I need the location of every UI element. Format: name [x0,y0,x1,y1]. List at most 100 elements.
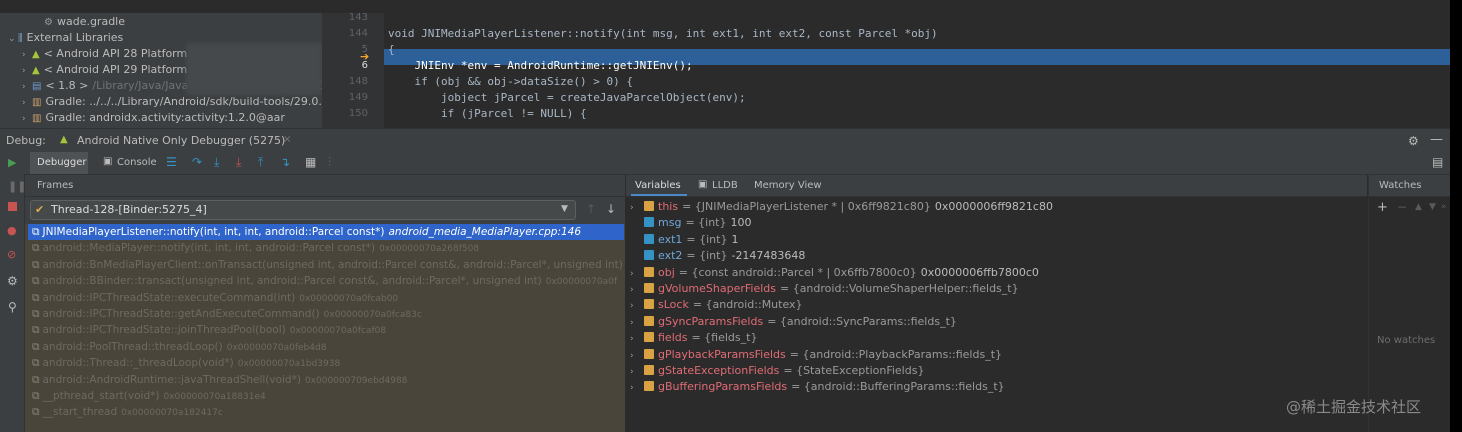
remove-watch-icon[interactable]: − [1397,200,1407,214]
expand-arrow-icon[interactable]: › [630,282,644,298]
mute-breakpoints-icon[interactable]: ⊘ [7,248,16,261]
move-up-icon[interactable]: ▲ [1415,202,1422,212]
move-down-icon[interactable]: ▼ [1429,202,1436,212]
tab-debugger[interactable]: Debugger [37,157,87,168]
variable-type: = {android::VolumeShaperHelper::fields_t… [779,282,1019,295]
stack-frame-row[interactable]: ⧉ JNIMediaPlayerListener::notify(int, int… [28,224,624,240]
line-number[interactable]: 143 [324,10,368,26]
run-to-cursor-icon[interactable]: ↴ [280,155,290,169]
expand-arrow-icon[interactable]: › [630,266,644,282]
variable-row[interactable]: › gPlaybackParamsFields = {android::Playba… [630,347,1002,363]
chevron-right-icon[interactable]: › [22,111,32,127]
variable-row[interactable]: › gSyncParamsFields = {android::SyncParams… [630,314,957,330]
code-line[interactable]: if (jParcel != NULL) { [388,106,587,122]
expand-arrow-icon[interactable]: › [630,315,644,331]
line-number[interactable]: 144 [324,26,368,42]
line-number[interactable]: 148 [324,74,368,90]
variable-row[interactable]: › sLock = {android::Mutex} [630,297,803,313]
stack-frame-row[interactable]: ⧉ android::IPCThreadState::executeCommand… [28,290,624,306]
variable-name: fields [658,331,688,345]
tab-memory-view[interactable]: Memory View [754,180,822,191]
variable-type: = {android::BufferingParams::fields_t} [791,380,1005,394]
stack-frame-row[interactable]: ⧉ __start_thread 0x00000070a182417c [28,404,624,420]
console-icon: ▣ [103,156,113,167]
editor-gutter[interactable]: 143 144 5 6 148 149 150 [322,10,384,128]
chevron-right-icon[interactable]: › [22,63,32,79]
stack-frame-row[interactable]: ⧉ android::IPCThreadState::getAndExecuteC… [28,306,624,322]
variable-row[interactable]: › fields = {fields_t} [630,330,757,346]
variable-row[interactable]: msg = {int} 100 [630,215,752,231]
tab-lldb[interactable]: LLDB [712,180,738,191]
code-line[interactable]: { [388,42,395,58]
code-line[interactable]: JNIEnv *env = AndroidRuntime::getJNIEnv(… [388,58,692,74]
expand-arrow-icon[interactable]: › [630,380,644,396]
chevron-right-icon[interactable]: › [22,95,32,111]
stack-frame-row[interactable]: ⧉ android::IPCThreadState::joinThreadPool… [28,322,624,338]
debug-config-tab[interactable]: Android Native Only Debugger (5275) [77,134,285,147]
project-tree-item[interactable]: ⌄ ⫼ External Libraries [8,30,123,46]
object-variable-icon [644,201,654,211]
variable-row[interactable]: › gStateExceptionFields = {StateExceptionF… [630,363,924,379]
stack-frame-row[interactable]: ⧉ android::BBinder::transact(unsigned int… [28,273,624,289]
layout-options-icon[interactable]: ▤ [1432,155,1443,169]
line-number[interactable]: 150 [324,106,368,122]
stop-icon[interactable] [8,202,17,211]
variable-row[interactable]: ext2 = {int} -2147483648 [630,248,805,264]
expand-arrow-icon[interactable]: › [630,298,644,314]
tab-console[interactable]: Console [117,157,157,168]
step-over-icon[interactable]: ↷ [192,155,202,169]
stack-frame-row[interactable]: ⧉ android::BnMediaPlayerClient::onTransac… [28,257,624,273]
thread-dropdown[interactable]: ✔ Thread-128-[Binder:5275_4] ▼ [30,200,576,220]
code-line[interactable]: if (obj && obj->dataSize() > 0) { [388,74,633,90]
settings-icon[interactable]: ⚙ [7,274,18,288]
library-icon: ▲ [32,49,40,60]
settings-gear-icon[interactable]: ⚙ [1408,134,1419,148]
project-tree-item[interactable]: › ▲ < Android API 28 Platform [22,46,187,62]
stack-frame-row[interactable]: ⧉ android::Thread::_threadLoop(void*) 0x00… [28,355,624,371]
variable-row[interactable]: › obj = {const android::Parcel * | 0x6ffb7… [630,265,1039,281]
trace-icon[interactable]: ⫶ [328,155,331,170]
variables-header: Variables ▣ LLDB Memory View [626,175,1367,197]
chevron-down-icon[interactable]: ⌄ [8,31,18,47]
pin-tab-icon[interactable]: ⚲ [8,300,17,314]
line-number[interactable]: 149 [324,90,368,106]
expand-arrow-icon[interactable]: › [630,200,644,216]
variable-name: msg [658,216,682,230]
code-line[interactable]: void JNIMediaPlayerListener::notify(int … [388,26,938,42]
project-tree-item[interactable]: › ▲ < Android API 29 Platform [22,62,187,78]
frame-function: android::BnMediaPlayerClient::onTransact… [42,258,623,271]
stack-frame-row[interactable]: ⧉ android::PoolThread::threadLoop() 0x0000… [28,339,624,355]
minimize-icon[interactable]: — [1430,132,1443,147]
chevron-right-icon[interactable]: › [22,47,32,63]
expand-arrow-icon[interactable]: › [630,348,644,364]
step-out-icon[interactable]: ⤒ [258,155,263,170]
chevron-right-icon[interactable]: › [22,79,32,95]
expand-arrow-icon[interactable]: › [630,331,644,347]
code-line[interactable]: jobject jParcel = createJavaParcelObject… [388,90,746,106]
force-step-into-icon[interactable]: ⤓ [236,155,241,170]
evaluate-expression-icon[interactable]: ▦ [305,155,316,169]
variable-row[interactable]: › gBufferingParamsFields = {android::Buffe… [630,379,1005,395]
stack-frame-row[interactable]: ⧉ __pthread_start(void*) 0x00000070a18831e… [28,388,624,404]
next-frame-icon[interactable]: ↓ [606,202,616,216]
variable-row[interactable]: › this = {JNIMediaPlayerListener * | 0x6ff… [630,199,1053,215]
project-tree-item[interactable]: › ▥ Gradle: androidx.activity:activity:1.2… [22,110,285,126]
stack-frame-row[interactable]: ⧉ android::MediaPlayer::notify(int, int, … [28,240,624,256]
variable-row[interactable]: ext1 = {int} 1 [630,232,738,248]
variable-row[interactable]: › gVolumeShaperFields = {android::VolumeSh… [630,281,1019,297]
step-into-icon[interactable]: ⤓ [214,155,219,170]
resume-icon[interactable]: ▶ [8,156,16,169]
stack-frame-row[interactable]: ⧉ android::AndroidRuntime::javaThreadShel… [28,372,624,388]
view-breakpoints-icon[interactable]: ● [7,224,17,237]
tab-variables[interactable]: Variables [635,180,681,191]
project-tree-item[interactable]: › ▥ Gradle: ../../../Library/Android/sdk/b… [22,94,329,110]
show-execution-point-icon[interactable]: ☰ [166,155,177,169]
previous-frame-icon[interactable]: ↑ [586,202,596,216]
variable-value: 0x0000006ff9821c80 [934,200,1053,213]
close-tab-icon[interactable]: × [283,134,291,145]
more-icon[interactable]: » [1441,202,1447,212]
pause-icon[interactable]: ❚❚ [8,180,26,193]
expand-arrow-icon[interactable]: › [630,364,644,380]
add-watch-icon[interactable]: + [1377,200,1388,215]
project-tree-item[interactable]: ⚙ wade.gradle [34,14,125,30]
